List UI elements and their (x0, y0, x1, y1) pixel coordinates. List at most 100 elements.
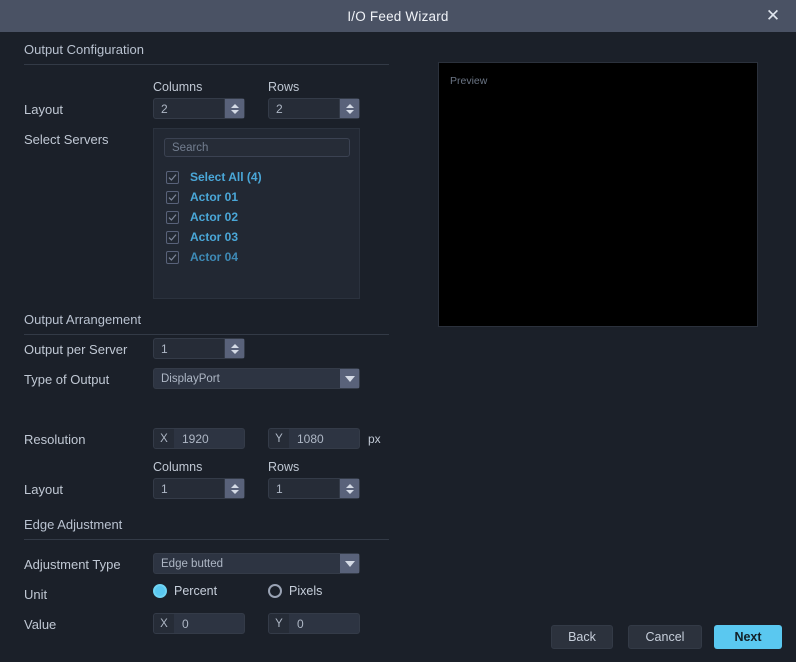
layout-rows-value[interactable]: 2 (269, 99, 339, 118)
chevron-down-icon[interactable] (230, 349, 239, 354)
columns-header-2: Columns (153, 460, 203, 474)
cancel-button[interactable]: Cancel (628, 625, 702, 649)
chevron-up-icon[interactable] (345, 483, 354, 488)
layout-label-1: Layout (24, 102, 64, 117)
list-item-label: Actor 03 (190, 230, 239, 244)
window-title: I/O Feed Wizard (347, 8, 449, 24)
back-button[interactable]: Back (551, 625, 613, 649)
columns-header-1: Columns (153, 80, 203, 94)
chevron-up-icon[interactable] (230, 483, 239, 488)
adjustment-type-select[interactable]: Edge butted (153, 553, 360, 574)
section-divider (24, 539, 389, 540)
adjustment-type-label: Adjustment Type (24, 557, 121, 572)
value-label: Value (24, 617, 57, 632)
close-icon[interactable]: ✕ (758, 0, 788, 32)
checkbox-checked-icon[interactable] (166, 230, 179, 244)
list-item-label: Select All (4) (190, 170, 262, 184)
type-of-output-value[interactable]: DisplayPort (154, 369, 340, 388)
list-item-label: Actor 01 (190, 190, 239, 204)
arrangement-rows-stepper-buttons[interactable] (339, 479, 359, 498)
arrangement-columns-value[interactable]: 1 (154, 479, 224, 498)
resolution-x-prefix: X (154, 429, 174, 448)
checkbox-checked-icon[interactable] (166, 210, 179, 224)
checkbox-checked-icon[interactable] (166, 170, 179, 184)
radio-pixels[interactable]: Pixels (268, 584, 322, 598)
checkbox-checked-icon[interactable] (166, 190, 179, 204)
value-y-value[interactable]: 0 (289, 614, 359, 633)
value-x-field[interactable]: X 0 (153, 613, 245, 634)
radio-selected-icon[interactable] (153, 584, 167, 598)
resolution-x-value[interactable]: 1920 (174, 429, 244, 448)
radio-percent[interactable]: Percent (153, 584, 217, 598)
chevron-up-icon[interactable] (230, 103, 239, 108)
chevron-down-icon[interactable] (230, 489, 239, 494)
chevron-up-icon[interactable] (345, 103, 354, 108)
type-of-output-label: Type of Output (24, 372, 110, 387)
layout-rows-stepper-buttons[interactable] (339, 99, 359, 118)
search-field[interactable] (164, 138, 350, 157)
arrangement-rows-stepper[interactable]: 1 (268, 478, 360, 499)
search-input[interactable] (165, 140, 349, 155)
resolution-y-field[interactable]: Y 1080 (268, 428, 360, 449)
chevron-up-icon[interactable] (230, 343, 239, 348)
output-per-server-stepper[interactable]: 1 (153, 338, 245, 359)
value-x-prefix: X (154, 614, 174, 633)
output-per-server-label: Output per Server (24, 342, 128, 357)
layout-columns-stepper-buttons[interactable] (224, 99, 244, 118)
dialog-body: Output Configuration Columns Rows Layout… (0, 32, 796, 662)
rows-header-1: Rows (268, 80, 300, 94)
arrangement-columns-stepper-buttons[interactable] (224, 479, 244, 498)
list-item-actor-02[interactable]: Actor 02 (166, 207, 356, 227)
settings-pane: Output Configuration Columns Rows Layout… (0, 32, 420, 662)
preview-label: Preview (450, 75, 488, 87)
list-item-select-all[interactable]: Select All (4) (166, 167, 356, 187)
list-item-actor-04[interactable]: Actor 04 (166, 247, 356, 267)
window-titlebar: I/O Feed Wizard ✕ (0, 0, 796, 33)
resolution-unit-label: px (368, 432, 381, 446)
section-edge-adjustment: Edge Adjustment (24, 517, 389, 540)
resolution-x-field[interactable]: X 1920 (153, 428, 245, 449)
layout-label-2: Layout (24, 482, 64, 497)
resolution-label: Resolution (24, 432, 86, 447)
radio-unselected-icon[interactable] (268, 584, 282, 598)
type-of-output-select[interactable]: DisplayPort (153, 368, 360, 389)
checkbox-checked-icon[interactable] (166, 250, 179, 264)
list-item-label: Actor 02 (190, 210, 239, 224)
arrangement-columns-stepper[interactable]: 1 (153, 478, 245, 499)
chevron-down-icon[interactable] (340, 369, 359, 388)
list-item-label: Actor 04 (190, 250, 239, 264)
unit-label: Unit (24, 587, 48, 602)
chevron-down-icon[interactable] (345, 109, 354, 114)
value-y-prefix: Y (269, 614, 289, 633)
select-servers-label: Select Servers (24, 132, 109, 147)
section-title-output-arrangement: Output Arrangement (24, 312, 142, 327)
section-divider (24, 64, 389, 65)
server-selection-panel: Select All (4) Actor 01 Actor 02 (153, 128, 360, 299)
layout-columns-stepper[interactable]: 2 (153, 98, 245, 119)
section-title-output-configuration: Output Configuration (24, 42, 144, 57)
chevron-down-icon[interactable] (345, 489, 354, 494)
section-title-edge-adjustment: Edge Adjustment (24, 517, 123, 532)
output-per-server-stepper-buttons[interactable] (224, 339, 244, 358)
section-output-configuration: Output Configuration (24, 42, 389, 65)
section-divider (24, 334, 389, 335)
layout-rows-stepper[interactable]: 2 (268, 98, 360, 119)
list-item-actor-01[interactable]: Actor 01 (166, 187, 356, 207)
radio-pixels-label: Pixels (289, 584, 323, 598)
chevron-down-icon[interactable] (340, 554, 359, 573)
arrangement-rows-value[interactable]: 1 (269, 479, 339, 498)
next-button[interactable]: Next (714, 625, 782, 649)
resolution-y-prefix: Y (269, 429, 289, 448)
value-y-field[interactable]: Y 0 (268, 613, 360, 634)
value-x-value[interactable]: 0 (174, 614, 244, 633)
chevron-down-icon[interactable] (230, 109, 239, 114)
section-output-arrangement: Output Arrangement (24, 312, 389, 335)
server-list: Select All (4) Actor 01 Actor 02 Actor 0… (166, 167, 356, 267)
layout-columns-value[interactable]: 2 (154, 99, 224, 118)
output-per-server-value[interactable]: 1 (154, 339, 224, 358)
adjustment-type-value[interactable]: Edge butted (154, 554, 340, 573)
list-item-actor-03[interactable]: Actor 03 (166, 227, 356, 247)
radio-percent-label: Percent (174, 584, 218, 598)
resolution-y-value[interactable]: 1080 (289, 429, 359, 448)
preview-panel: Preview (438, 62, 758, 327)
